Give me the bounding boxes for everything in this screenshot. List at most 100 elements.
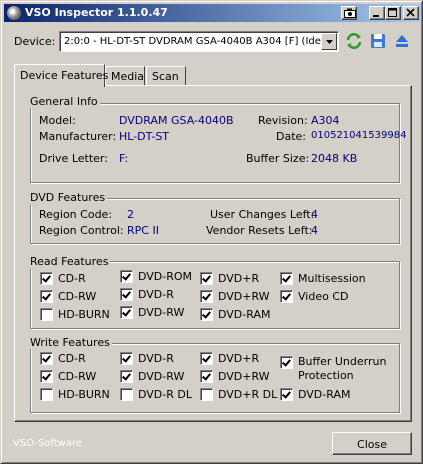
- region-code-value: 2: [127, 208, 134, 221]
- disc-icon: [7, 6, 21, 20]
- write-checkbox-box[interactable]: [120, 388, 133, 401]
- minimize-button[interactable]: [369, 6, 385, 20]
- read-checkbox-label: Video CD: [298, 290, 349, 303]
- manufacturer-value: HL-DT-ST: [119, 130, 170, 143]
- write-checkbox[interactable]: HD-BURN: [40, 388, 110, 401]
- vendor-resets-value: 4: [311, 224, 318, 237]
- vendor-resets-label: Vendor Resets Left:: [206, 224, 313, 237]
- dvd-features-group: [30, 198, 400, 244]
- drive-letter-value: F:: [119, 152, 129, 165]
- screenshot-button[interactable]: [341, 6, 357, 20]
- write-checkbox[interactable]: DVD+R: [200, 352, 259, 365]
- read-checkbox[interactable]: DVD+RW: [200, 290, 270, 303]
- camera-icon: [344, 8, 356, 18]
- device-dropdown-button[interactable]: [321, 33, 337, 50]
- close-button[interactable]: Close: [332, 432, 412, 455]
- read-checkbox[interactable]: CD-RW: [40, 290, 96, 303]
- read-checkbox[interactable]: DVD+R: [200, 272, 259, 285]
- write-checkbox-box[interactable]: [200, 388, 213, 401]
- dvd-features-title: DVD Features: [30, 191, 108, 204]
- minimize-icon: [373, 15, 379, 17]
- refresh-icon: [346, 33, 362, 49]
- write-checkbox-box[interactable]: [40, 352, 53, 365]
- read-checkbox-box[interactable]: [280, 290, 293, 303]
- general-info-title: General Info: [30, 95, 100, 108]
- model-value: DVDRAM GSA-4040B: [119, 114, 234, 127]
- device-select-value: 2:0:0 - HL-DT-ST DVDRAM GSA-4040B A304 […: [64, 36, 325, 47]
- write-checkbox[interactable]: DVD-RAM: [280, 388, 350, 401]
- title-bar[interactable]: VSO Inspector 1.1.0.47: [4, 4, 421, 22]
- read-checkbox-box[interactable]: [280, 272, 293, 285]
- write-checkbox[interactable]: DVD-R DL: [120, 388, 192, 401]
- write-checkbox[interactable]: CD-R: [40, 352, 86, 365]
- read-checkbox-box[interactable]: [40, 308, 53, 321]
- buffer-size-value: 2048 KB: [311, 152, 358, 165]
- write-checkbox[interactable]: Buffer Underrun Protection: [280, 355, 388, 383]
- read-checkbox-box[interactable]: [200, 272, 213, 285]
- region-code-label: Region Code:: [39, 208, 113, 221]
- read-checkbox[interactable]: Video CD: [280, 290, 348, 303]
- write-checkbox[interactable]: DVD-R: [120, 352, 174, 365]
- chevron-down-icon: [326, 40, 333, 44]
- read-checkbox[interactable]: CD-R: [40, 272, 86, 285]
- read-checkbox-box[interactable]: [40, 272, 53, 285]
- read-checkbox-label: Multisession: [298, 272, 366, 285]
- write-checkbox[interactable]: DVD-RW: [120, 370, 184, 383]
- write-checkbox-label: DVD-R: [138, 352, 174, 365]
- write-checkbox-label: DVD-RW: [138, 370, 185, 383]
- read-checkbox[interactable]: DVD-ROM: [120, 270, 192, 283]
- brand-label: VSO-Software: [13, 438, 83, 449]
- read-checkbox-box[interactable]: [200, 290, 213, 303]
- write-checkbox-label: DVD-R DL: [138, 388, 192, 401]
- write-checkbox[interactable]: DVD+R DL: [200, 388, 277, 401]
- device-select[interactable]: 2:0:0 - HL-DT-ST DVDRAM GSA-4040B A304 […: [59, 31, 339, 52]
- write-checkbox-box[interactable]: [40, 388, 53, 401]
- read-checkbox-box[interactable]: [120, 288, 133, 301]
- tab-media[interactable]: Media: [105, 66, 145, 86]
- write-checkbox[interactable]: DVD+RW: [200, 370, 270, 383]
- close-icon: [406, 8, 415, 17]
- tab-scan[interactable]: Scan: [146, 66, 186, 86]
- write-checkbox-label: HD-BURN: [58, 388, 110, 401]
- maximize-icon: [388, 8, 397, 17]
- region-control-value: RPC II: [127, 224, 159, 237]
- write-checkbox-box[interactable]: [200, 352, 213, 365]
- refresh-button[interactable]: [345, 32, 363, 50]
- write-checkbox-box[interactable]: [120, 352, 133, 365]
- write-checkbox-box[interactable]: [200, 370, 213, 383]
- model-label: Model:: [39, 114, 76, 127]
- read-checkbox-box[interactable]: [40, 290, 53, 303]
- read-checkbox-label: DVD-RW: [138, 306, 185, 319]
- date-value: 010521041539984: [311, 130, 407, 141]
- read-checkbox-box[interactable]: [120, 270, 133, 283]
- eject-button[interactable]: [393, 32, 411, 50]
- write-checkbox-label: DVD-RAM: [298, 388, 351, 401]
- write-checkbox-box[interactable]: [280, 388, 293, 401]
- manufacturer-label: Manufacturer:: [39, 130, 117, 143]
- close-window-button[interactable]: [403, 6, 419, 20]
- read-checkbox-box[interactable]: [120, 306, 133, 319]
- read-checkbox[interactable]: DVD-RAM: [200, 308, 270, 321]
- device-label: Device:: [14, 35, 56, 48]
- read-checkbox[interactable]: Multisession: [280, 272, 366, 285]
- revision-label: Revision:: [258, 114, 308, 127]
- read-checkbox-label: DVD+R: [218, 272, 260, 285]
- write-checkbox[interactable]: CD-RW: [40, 370, 96, 383]
- write-checkbox-label: DVD+R DL: [218, 388, 278, 401]
- window-title: VSO Inspector 1.1.0.47: [25, 6, 168, 19]
- read-checkbox[interactable]: HD-BURN: [40, 308, 110, 321]
- tab-scan-label: Scan: [152, 70, 179, 83]
- read-checkbox-label: DVD-RAM: [218, 308, 271, 321]
- tab-device-features[interactable]: Device Features: [14, 64, 108, 87]
- write-checkbox-label: DVD+RW: [218, 370, 270, 383]
- read-checkbox[interactable]: DVD-RW: [120, 306, 184, 319]
- user-changes-value: 4: [311, 208, 318, 221]
- write-checkbox-box[interactable]: [40, 370, 53, 383]
- read-checkbox-box[interactable]: [200, 308, 213, 321]
- read-checkbox[interactable]: DVD-R: [120, 288, 174, 301]
- write-checkbox-box[interactable]: [280, 356, 293, 369]
- region-control-label: Region Control:: [39, 224, 124, 237]
- write-checkbox-box[interactable]: [120, 370, 133, 383]
- save-button[interactable]: [369, 32, 387, 50]
- maximize-button[interactable]: [385, 6, 401, 20]
